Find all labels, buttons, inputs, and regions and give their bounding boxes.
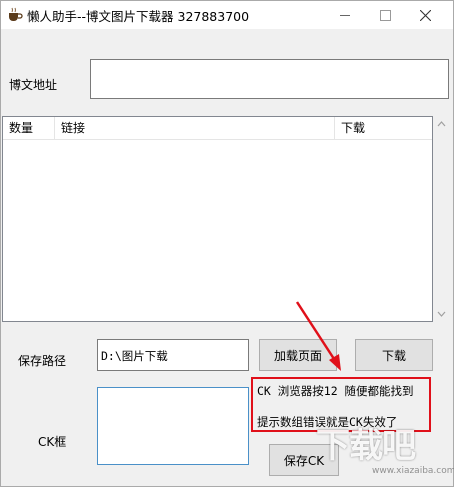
column-header-count[interactable]: 数量 <box>3 117 55 139</box>
download-button[interactable]: 下载 <box>355 339 433 371</box>
load-page-button[interactable]: 加载页面 <box>259 339 337 371</box>
minimize-icon <box>340 14 350 16</box>
vertical-scrollbar[interactable] <box>433 116 450 322</box>
save-path-label: 保存路径 <box>18 354 67 368</box>
save-path-input[interactable]: D:\图片下载 <box>97 339 249 371</box>
column-header-link[interactable]: 链接 <box>55 117 335 139</box>
link-list[interactable]: 数量 链接 下载 <box>2 116 433 322</box>
url-input[interactable] <box>90 59 449 99</box>
close-button[interactable] <box>405 1 445 29</box>
url-label: 博文地址 <box>9 78 58 92</box>
save-ck-button[interactable]: 保存CK <box>269 444 339 476</box>
coffee-cup-icon <box>9 7 23 21</box>
maximize-button[interactable] <box>365 1 405 29</box>
ck-label: CK框 <box>38 435 67 449</box>
annotation-highlight-box <box>251 377 431 432</box>
list-header: 数量 链接 下载 <box>3 117 432 140</box>
column-header-download[interactable]: 下载 <box>335 117 432 139</box>
main-window: 懒人助手--博文图片下载器 327883700 博文地址 数量 链接 下载 保存… <box>0 0 454 487</box>
minimize-button[interactable] <box>325 1 365 29</box>
title-bar[interactable]: 懒人助手--博文图片下载器 327883700 <box>1 1 453 29</box>
close-icon <box>419 9 431 21</box>
ck-textarea[interactable] <box>97 387 249 465</box>
window-title: 懒人助手--博文图片下载器 327883700 <box>27 9 250 24</box>
maximize-icon <box>379 9 391 21</box>
scrollbar-arrows <box>437 121 446 317</box>
